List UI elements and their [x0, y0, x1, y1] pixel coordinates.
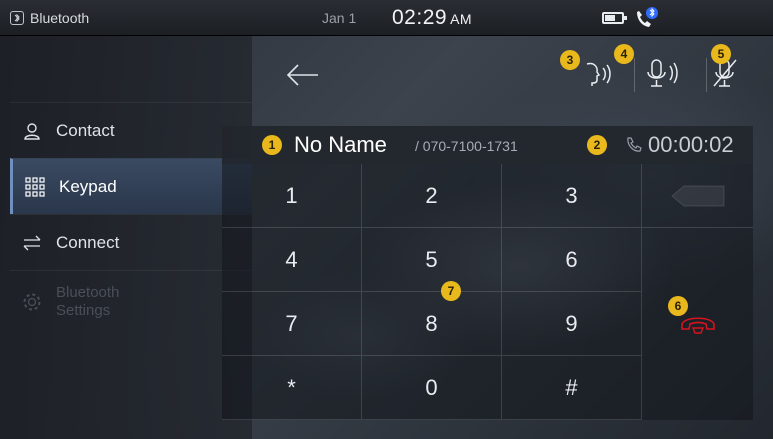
status-bar: Bluetooth Jan 1 02:29 AM [0, 0, 773, 36]
clock: 02:29 AM [392, 6, 473, 29]
delete-button[interactable] [642, 164, 753, 228]
connect-icon [23, 235, 41, 250]
caller-number: / 070-7100-1731 [415, 138, 518, 154]
callout-badge-3: 3 [560, 50, 580, 70]
sidebar-item-keypad[interactable]: Keypad [10, 158, 252, 214]
bluetooth-icon [10, 11, 24, 25]
sidebar: Contact Keypad Connect Bluetooth Settings [0, 36, 252, 439]
key-2[interactable]: 2 [362, 164, 502, 228]
bluetooth-phone-icon [633, 6, 659, 30]
contact-icon [24, 122, 40, 140]
key-7[interactable]: 7 [222, 292, 362, 356]
back-arrow-icon [286, 64, 318, 86]
sidebar-item-label: Bluetooth Settings [56, 283, 120, 319]
sidebar-item-contact[interactable]: Contact [10, 102, 252, 158]
end-call-button[interactable] [642, 228, 753, 420]
callout-badge-1: 1 [262, 135, 282, 155]
sidebar-item-label: Connect [56, 232, 120, 252]
key-9[interactable]: 9 [502, 292, 642, 356]
microphone-sound-icon [647, 59, 678, 87]
call-info-bar: 1 No Name / 070-7100-1731 2 00:00:02 [222, 126, 753, 164]
microphone-sound-button[interactable] [640, 52, 700, 96]
key-8[interactable]: 8 [362, 292, 502, 356]
keypad: 1 2 3 4 5 6 7 8 9 * 0 # 7 6 [222, 164, 753, 420]
key-hash[interactable]: # [502, 356, 642, 420]
date: Jan 1 [322, 10, 357, 26]
back-button[interactable] [282, 60, 322, 90]
settings-icon [23, 293, 41, 310]
callout-badge-2: 2 [587, 135, 607, 155]
callout-badge-4: 4 [614, 44, 634, 64]
end-call-icon [680, 317, 715, 334]
key-5[interactable]: 5 [362, 228, 502, 292]
callout-badge-7: 7 [441, 281, 461, 301]
divider [634, 58, 635, 92]
callout-badge-6: 6 [668, 296, 688, 316]
sidebar-item-label: Contact [56, 120, 115, 140]
divider [706, 58, 707, 92]
sidebar-item-label: Keypad [59, 176, 117, 196]
key-4[interactable]: 4 [222, 228, 362, 292]
source-label: Bluetooth [30, 10, 90, 26]
key-star[interactable]: * [222, 356, 362, 420]
sidebar-item-connect[interactable]: Connect [10, 214, 252, 270]
callout-badge-5: 5 [711, 44, 731, 64]
battery-icon [602, 12, 627, 24]
key-3[interactable]: 3 [502, 164, 642, 228]
caller-name: No Name [294, 132, 387, 157]
key-1[interactable]: 1 [222, 164, 362, 228]
source-indicator: Bluetooth [10, 0, 89, 36]
key-0[interactable]: 0 [362, 356, 502, 420]
sidebar-item-bluetooth-settings[interactable]: Bluetooth Settings [10, 270, 252, 332]
call-timer: 00:00:02 [648, 132, 734, 157]
key-6[interactable]: 6 [502, 228, 642, 292]
backspace-icon [670, 185, 724, 206]
phone-icon [627, 137, 642, 152]
keypad-icon [25, 176, 45, 197]
